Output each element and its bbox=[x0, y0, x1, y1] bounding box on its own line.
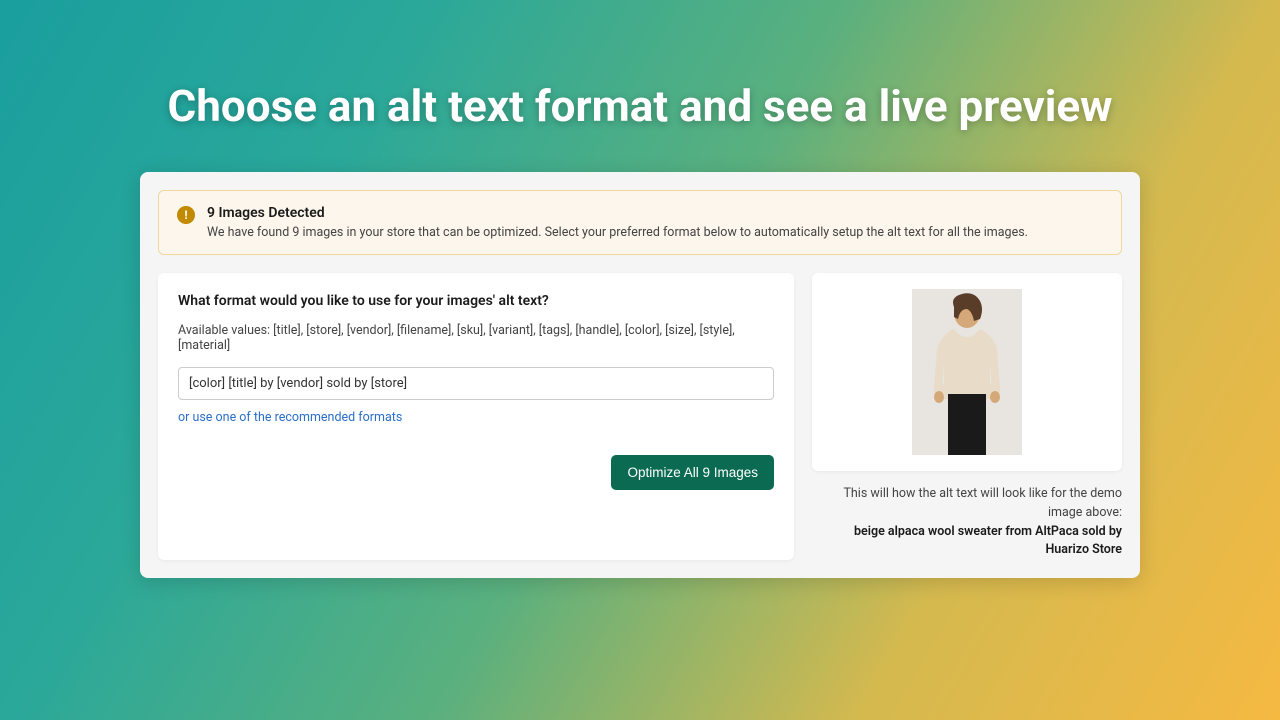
main-row: What format would you like to use for yo… bbox=[158, 273, 1122, 560]
format-input[interactable] bbox=[178, 367, 774, 400]
detection-banner: ! 9 Images Detected We have found 9 imag… bbox=[158, 190, 1122, 255]
preview-caption: This will how the alt text will look lik… bbox=[812, 485, 1122, 560]
page-title: Choose an alt text format and see a live… bbox=[0, 0, 1280, 132]
recommended-formats-link[interactable]: or use one of the recommended formats bbox=[178, 410, 774, 425]
preview-product-image bbox=[912, 289, 1022, 455]
preview-panel: This will how the alt text will look lik… bbox=[812, 273, 1122, 560]
banner-description: We have found 9 images in your store tha… bbox=[207, 225, 1028, 240]
format-question: What format would you like to use for yo… bbox=[178, 293, 774, 309]
available-values-label: Available values: [title], [store], [ven… bbox=[178, 323, 774, 353]
optimize-button[interactable]: Optimize All 9 Images bbox=[611, 455, 774, 490]
caption-result: beige alpaca wool sweater from AltPaca s… bbox=[854, 524, 1122, 558]
warning-icon: ! bbox=[177, 206, 195, 224]
button-row: Optimize All 9 Images bbox=[178, 455, 774, 490]
banner-content: 9 Images Detected We have found 9 images… bbox=[207, 205, 1028, 240]
preview-image-box bbox=[812, 273, 1122, 471]
banner-heading: 9 Images Detected bbox=[207, 205, 1028, 221]
main-card: ! 9 Images Detected We have found 9 imag… bbox=[140, 172, 1140, 578]
format-panel: What format would you like to use for yo… bbox=[158, 273, 794, 560]
caption-prefix: This will how the alt text will look lik… bbox=[843, 486, 1122, 520]
